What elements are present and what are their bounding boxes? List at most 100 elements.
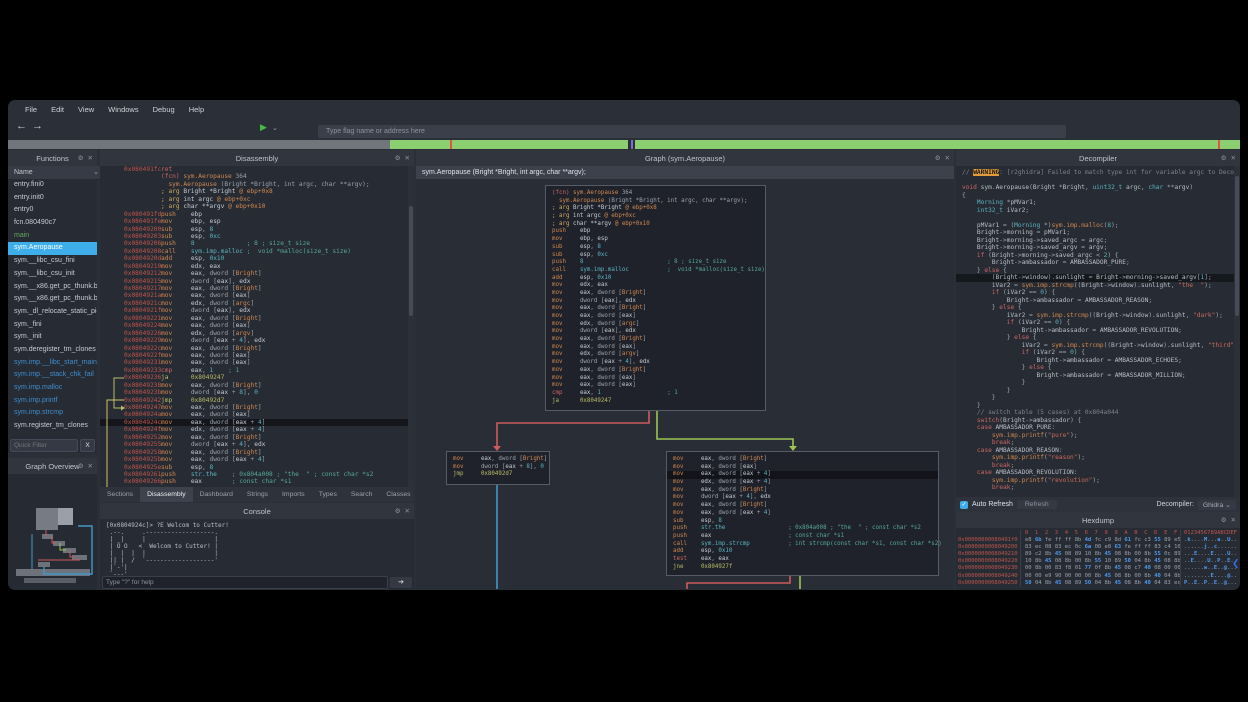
graph-node-line[interactable]: mov eax, dword [Bright] [673,487,932,495]
disasm-line[interactable]: 0x08049261push str.the ; 0x804a008 ; "th… [100,471,414,478]
disasm-line[interactable]: ; arg char **argv @ ebp+0x10 [100,203,414,210]
graph-node-line[interactable]: mov dword [eax + 8], 0 [453,464,543,472]
graph-node-line[interactable]: call sym.imp.malloc ; void *malloc(size_… [552,267,759,275]
memory-map-bar[interactable] [8,140,1240,149]
decompiler-line[interactable]: } else { [962,334,1240,342]
graph-node-line[interactable]: mov eax, dword [eax + 4] [673,510,932,518]
function-item[interactable]: sym.__libc_csu_fini [8,255,97,268]
play-chevron-icon[interactable]: ⌄ [272,124,278,132]
graph-node-line[interactable]: ja 0x8049247 [552,398,759,406]
decompiler-line[interactable]: iVar2 = sym.imp.strcmp((Bright->window).… [962,312,1240,320]
scrollbar-handle[interactable] [1235,176,1239,316]
menu-help[interactable]: Help [182,105,211,114]
disasm-line[interactable]: 0x0804922cmov eax, dword [Bright] [100,345,414,352]
disasm-line[interactable]: 0x0804923bmov dword [eax + 8], 0 [100,389,414,396]
graph-node-true-branch[interactable]: mov eax, dword [Bright]mov eax, dword [e… [666,451,939,576]
disasm-line[interactable]: 0x0804920dadd esp, 0x10 [100,255,414,262]
graph-node-false-branch[interactable]: mov eax, dword [Bright]mov dword [eax + … [446,451,550,485]
decompiler-line[interactable]: // WARNING: [r2ghidra] Failed to match t… [962,169,1240,177]
graph-node-line[interactable]: mov edx, dword [argv] [552,351,759,359]
tab-classes[interactable]: Classes [379,487,417,502]
graph-node-line[interactable]: call sym.imp.strcmp ; int strcmp(const c… [673,541,932,549]
collapse-left-icon[interactable]: ❮ [1232,558,1240,569]
function-item[interactable]: entry.init0 [8,192,97,205]
gear-icon[interactable]: ⚙ [1221,154,1227,162]
disasm-line[interactable]: 0x08049212mov eax, dword [Bright] [100,270,414,277]
disasm-line[interactable]: 0x08049247mov eax, dword [Bright] [100,404,414,411]
graph-node-line[interactable]: mov edx, dword [argc] [552,321,759,329]
graph-node-line[interactable]: mov edx, dword [eax + 4] [673,479,932,487]
function-item[interactable]: sym.imp.__stack_chk_fail [8,369,97,382]
disasm-line[interactable]: ; arg int argc @ ebp+0xc [100,196,414,203]
decompiler-line[interactable]: break; [962,484,1240,492]
tab-sections[interactable]: Sections [100,487,140,502]
hexdump-view[interactable]: 0 1 2 3 4 5 6 7 8 9 A B C D E F012345678… [956,528,1240,590]
gear-icon[interactable]: ⚙ [78,154,84,162]
disasm-line[interactable]: 0x08049210mov edx, eax [100,263,414,270]
disasm-line[interactable]: 0x08049203sub esp, 0xc [100,233,414,240]
function-item[interactable]: main [8,230,97,243]
disassembly-listing[interactable]: 0x080491fcret(fcn) sym.Aeropause 364 sym… [100,166,414,487]
graph-node-line[interactable]: mov eax, dword [eax] [552,375,759,383]
gear-icon[interactable]: ⚙ [1221,516,1227,524]
function-item[interactable]: entry.fini0 [8,179,97,192]
graph-node-line[interactable]: sub esp, 8 [552,244,759,252]
decompiler-line[interactable]: Bright->morning = pMVar1; [962,229,1240,237]
close-icon[interactable]: ✕ [1231,154,1236,162]
decompiler-line[interactable]: } [962,387,1240,395]
menu-view[interactable]: View [71,105,101,114]
graph-node-line[interactable]: push str.the ; 0x804a008 ; "the " ; cons… [673,525,932,533]
graph-node-line[interactable]: mov eax, dword [eax] [552,313,759,321]
disasm-line[interactable]: 0x0804922fmov eax, dword [eax] [100,352,414,359]
graph-node-line[interactable]: mov edx, eax [552,282,759,290]
disasm-line[interactable]: 0x08049229mov dword [eax + 4], edx [100,337,414,344]
disasm-line[interactable]: 0x08049208call sym.imp.malloc ; void *ma… [100,248,414,255]
graph-node-line[interactable]: mov dword [eax + 4], edx [552,359,759,367]
close-icon[interactable]: ✕ [88,462,93,470]
disasm-line[interactable]: 0x0804924cmov eax, dword [eax + 4] [100,419,414,426]
console-input[interactable]: Type "?" for help [102,576,388,589]
graph-node-line[interactable]: mov eax, dword [Bright] [673,502,932,510]
disasm-line[interactable]: 0x08049221mov eax, dword [Bright] [100,315,414,322]
graph-node-line[interactable]: ; arg int argc @ ebp+0xc [552,213,759,221]
back-icon[interactable]: ← [16,120,27,132]
graph-node-line[interactable]: mov eax, dword [Bright] [453,456,543,464]
gear-icon[interactable]: ⚙ [395,507,401,515]
disasm-line[interactable]: 0x080491fcret [100,166,414,173]
decompiler-line[interactable] [962,214,1240,222]
graph-node-line[interactable]: mov eax, dword [eax] [552,344,759,352]
function-item[interactable]: sym.imp.__libc_start_main [8,357,97,370]
decompiler-line[interactable]: iVar2 = sym.imp.strcmp((Bright->window).… [962,342,1240,350]
decompiler-line[interactable]: sym.imp.printf("revolution"); [962,477,1240,485]
decompiler-line[interactable]: iVar2 = sym.imp.strcmp((Bright->window).… [962,282,1240,290]
graph-node-line[interactable]: mov ebp, esp [552,236,759,244]
decompiler-line[interactable]: Bright->ambassador = AMBASSADOR_MILLION; [962,372,1240,380]
graph-node-line[interactable]: mov eax, dword [Bright] [552,290,759,298]
decompiler-line[interactable]: break; [962,462,1240,470]
disasm-line[interactable]: 0x08049258mov eax, dword [Bright] [100,449,414,456]
graph-node-line[interactable]: jmp 0x80492d7 [453,471,543,479]
function-item[interactable]: sym._fini [8,319,97,332]
graph-node-line[interactable]: sub esp, 8 [673,518,932,526]
close-icon[interactable]: ✕ [405,154,410,162]
decompiler-line[interactable]: break; [962,439,1240,447]
disasm-line[interactable]: 0x080491femov ebp, esp [100,218,414,225]
function-item[interactable]: fcn.080490c7 [8,217,97,230]
decompiler-line[interactable]: int32_t iVar2; [962,207,1240,215]
decompiler-line[interactable]: } else { [962,304,1240,312]
debug-play-icon[interactable]: ▶ [260,122,267,133]
disasm-line[interactable]: (fcn) sym.Aeropause 364 [100,173,414,180]
function-item[interactable]: sym.imp.printf [8,395,97,408]
disasm-line[interactable]: 0x0804924fmov edx, dword [eax + 4] [100,426,414,433]
tab-imports[interactable]: Imports [275,487,312,502]
menu-debug[interactable]: Debug [146,105,182,114]
tab-dashboard[interactable]: Dashboard [193,487,240,502]
graph-node-line[interactable]: mov eax, dword [Bright] [552,367,759,375]
close-icon[interactable]: ✕ [88,154,93,162]
decompiler-line[interactable]: Bright->ambassador = AMBASSADOR_REVOLUTI… [962,327,1240,335]
graph-node-line[interactable]: add esp, 0x10 [552,275,759,283]
decompiler-line[interactable]: case AMBASSADOR_REASON: [962,447,1240,455]
tab-strings[interactable]: Strings [240,487,275,502]
tab-types[interactable]: Types [312,487,344,502]
disasm-line[interactable]: 0x08049231mov eax, dword [eax] [100,359,414,366]
